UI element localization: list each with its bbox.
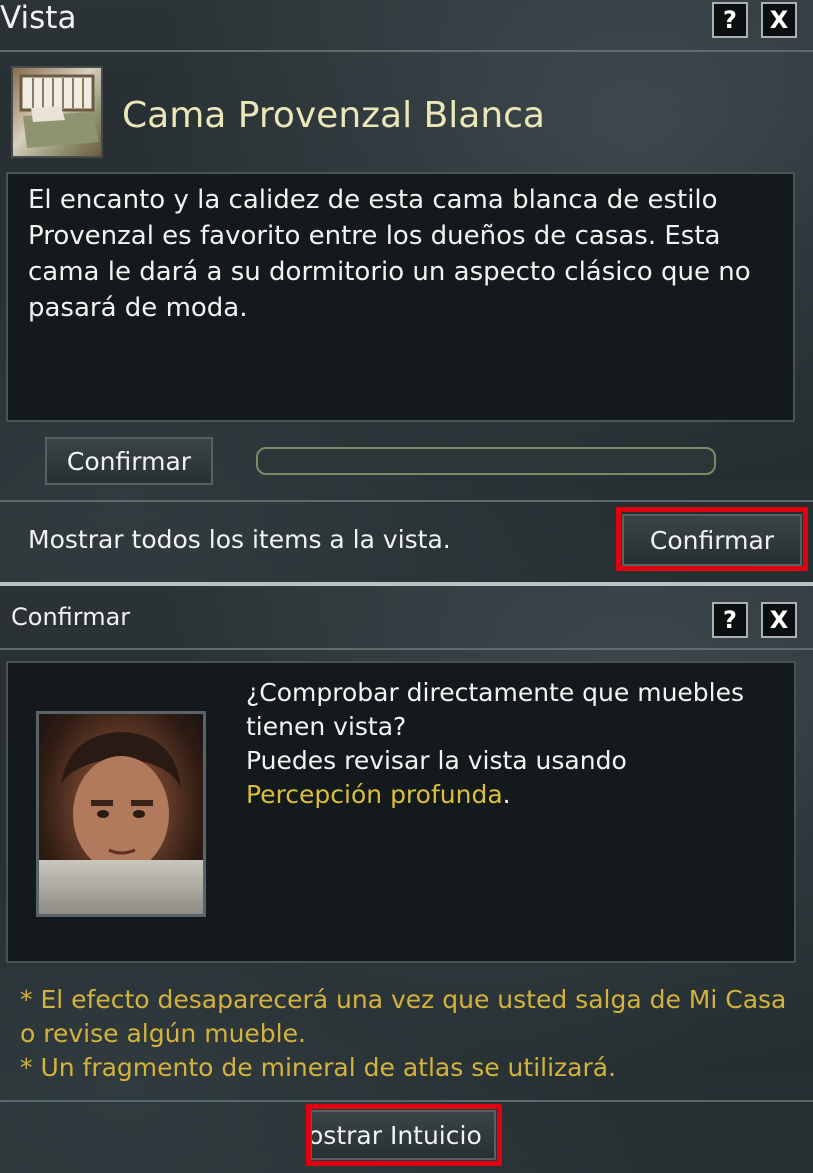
close-button[interactable]: X [761, 602, 797, 638]
section-divider [0, 500, 813, 502]
close-button[interactable]: X [761, 2, 797, 38]
highlight-box-confirm [616, 507, 808, 571]
confirm-window-title: Confirmar [11, 603, 131, 631]
message-line1: ¿Comprobar directamente que muebles tien… [246, 678, 745, 741]
bottom-divider [0, 1100, 813, 1102]
highlight-box-intuicion [306, 1104, 502, 1166]
title-divider [0, 648, 813, 650]
note-2: * Un fragmento de mineral de atlas se ut… [20, 1053, 617, 1082]
perception-link[interactable]: Percepción profunda [246, 780, 503, 809]
notes: * El efecto desaparecerá una vez que ust… [20, 983, 800, 1085]
help-button[interactable]: ? [712, 602, 748, 638]
message-end: . [502, 780, 511, 809]
message-line3: Percepción profunda. [246, 778, 786, 812]
message-line2: Puedes revisar la vista usando [246, 746, 627, 775]
vista-window: Vista ? X Cama Provenzal Blanca El encan… [0, 0, 813, 582]
show-all-text: Mostrar todos los items a la vista. [28, 525, 451, 554]
help-button[interactable]: ? [712, 2, 748, 38]
confirm-small-button[interactable]: Confirmar [45, 437, 213, 485]
item-description: El encanto y la calidez de esta cama bla… [28, 185, 751, 323]
progress-bar [256, 447, 716, 475]
note-1: * El efecto desaparecerá una vez que ust… [20, 985, 787, 1048]
title-divider [0, 50, 813, 52]
bed-icon [11, 66, 103, 158]
vista-window-title: Vista [0, 0, 77, 36]
npc-message: ¿Comprobar directamente que muebles tien… [246, 676, 786, 812]
item-name: Cama Provenzal Blanca [122, 95, 545, 136]
npc-shirt [36, 860, 206, 917]
